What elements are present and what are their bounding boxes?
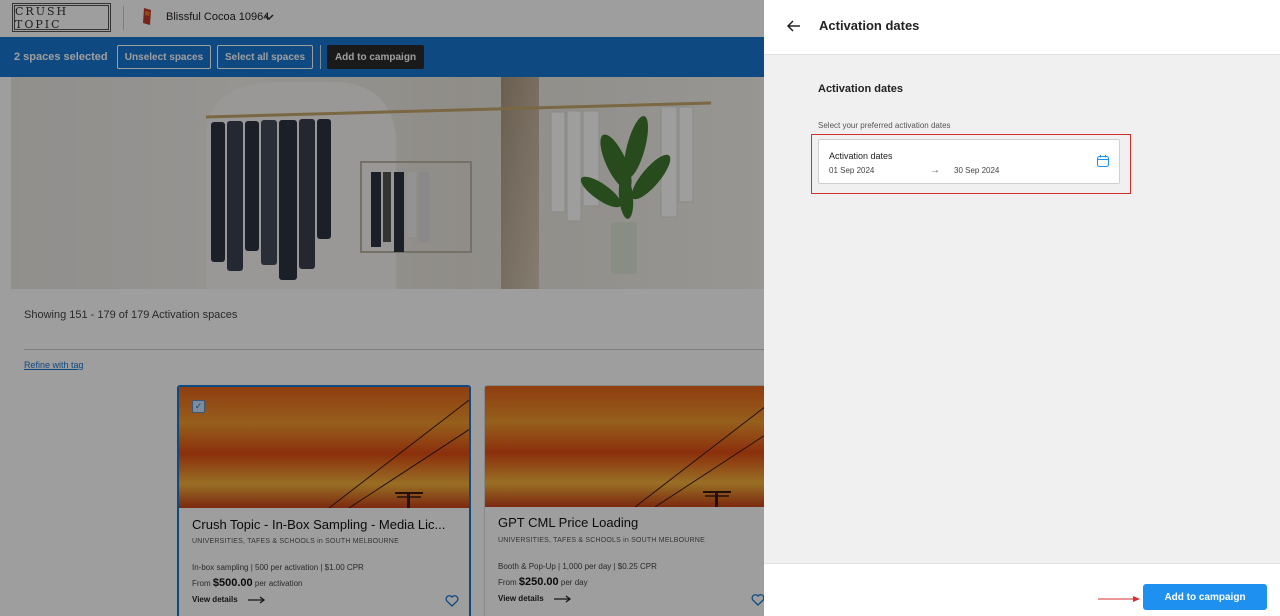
pointer-arrow-icon <box>1098 596 1140 602</box>
date-range-label: Activation dates <box>829 151 893 161</box>
drawer-footer: Add to campaign <box>764 563 1280 616</box>
background-page: CRUSH TOPIC Blissful Cocoa 10964 2 space… <box>0 0 764 616</box>
date-hint: Select your preferred activation dates <box>818 121 951 130</box>
back-arrow-icon[interactable] <box>786 18 802 34</box>
start-date[interactable]: 01 Sep 2024 <box>829 166 874 175</box>
end-date[interactable]: 30 Sep 2024 <box>954 166 999 175</box>
section-title: Activation dates <box>818 83 903 95</box>
activation-dates-drawer: Activation dates Activation dates Select… <box>764 0 1280 616</box>
drawer-header: Activation dates <box>764 0 1280 55</box>
date-range-picker[interactable]: Activation dates 01 Sep 2024 → 30 Sep 20… <box>818 139 1120 184</box>
calendar-icon[interactable] <box>1096 154 1110 168</box>
modal-overlay[interactable] <box>0 0 764 616</box>
drawer-title: Activation dates <box>819 18 920 33</box>
add-to-campaign-button[interactable]: Add to campaign <box>1143 584 1267 610</box>
arrow-right-icon: → <box>930 165 940 176</box>
